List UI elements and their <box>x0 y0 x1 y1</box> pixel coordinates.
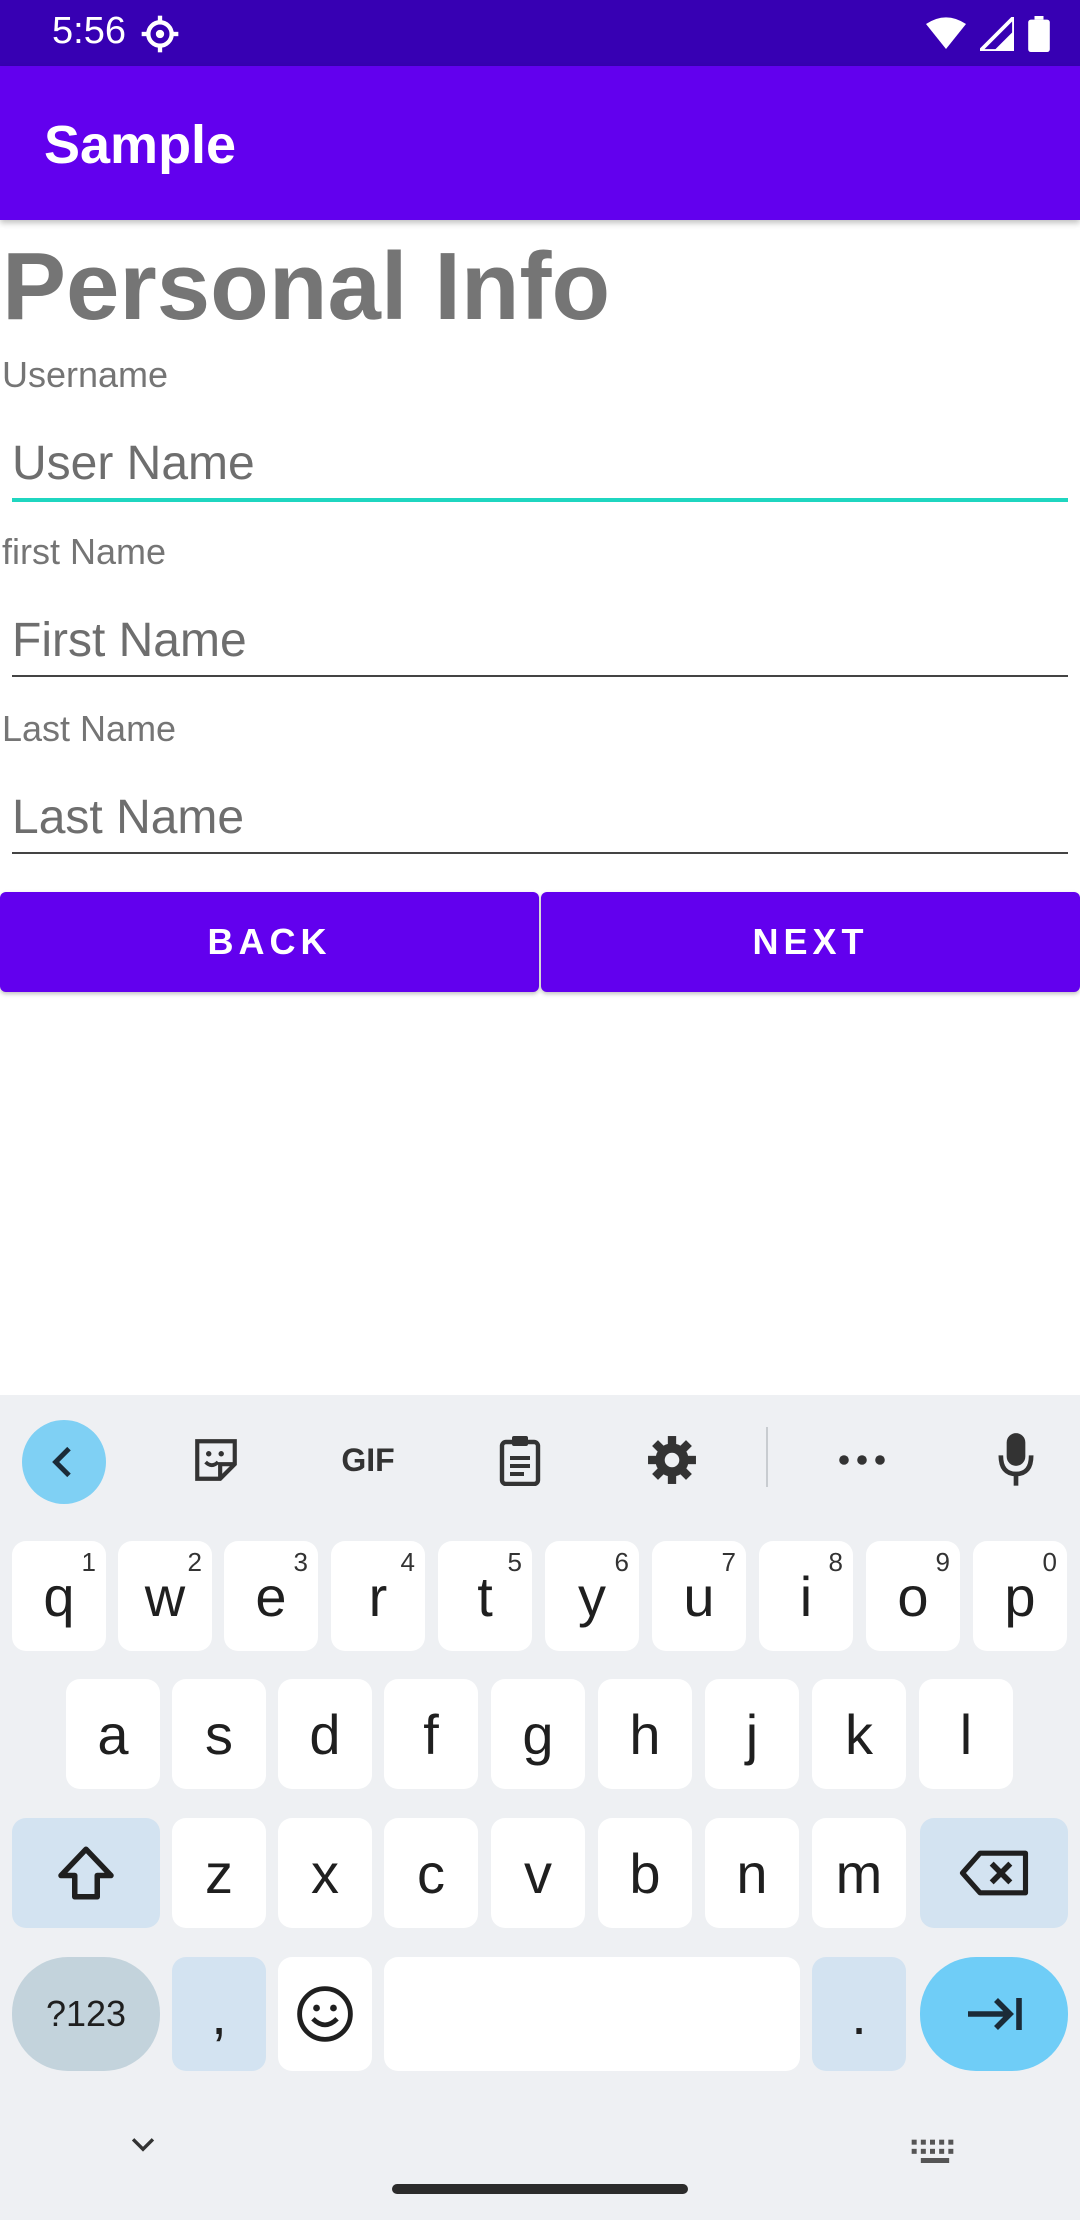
status-icons <box>926 14 1050 54</box>
space-key[interactable] <box>384 1957 800 2071</box>
clipboard-icon[interactable] <box>480 1420 560 1500</box>
gear-icon[interactable] <box>632 1420 712 1500</box>
gif-icon[interactable]: GIF <box>328 1420 408 1500</box>
keyboard-switch-icon[interactable] <box>910 2138 960 2168</box>
app-bar: Sample <box>0 66 1080 220</box>
symbols-key[interactable]: ?123 <box>12 1957 160 2071</box>
settings-notification-icon <box>141 15 179 53</box>
key-label: t <box>477 1564 493 1628</box>
username-label: Username <box>2 354 169 395</box>
key-hint: 6 <box>614 1547 629 1577</box>
key-b[interactable]: b <box>598 1818 692 1928</box>
key-c[interactable]: c <box>384 1818 478 1928</box>
last-name-input[interactable] <box>12 782 1068 854</box>
key-label: o <box>897 1564 929 1628</box>
key-o[interactable]: o9 <box>866 1541 960 1651</box>
key-x[interactable]: x <box>278 1818 372 1928</box>
key-k[interactable]: k <box>812 1679 906 1789</box>
key-hint: 4 <box>400 1547 415 1577</box>
wifi-icon <box>926 17 966 49</box>
cell-signal-icon <box>980 17 1014 51</box>
comma-key[interactable]: , <box>172 1957 266 2071</box>
key-z[interactable]: z <box>172 1818 266 1928</box>
first-name-input[interactable] <box>12 605 1068 677</box>
key-f[interactable]: f <box>384 1679 478 1789</box>
key-hint: 9 <box>935 1547 950 1577</box>
key-hint: 8 <box>828 1547 843 1577</box>
key-e[interactable]: e3 <box>224 1541 318 1651</box>
key-h[interactable]: h <box>598 1679 692 1789</box>
emoji-icon <box>297 1986 353 2042</box>
first-name-label: first Name <box>2 531 167 572</box>
back-icon[interactable] <box>22 1420 106 1504</box>
key-l[interactable]: l <box>919 1679 1013 1789</box>
key-v[interactable]: v <box>491 1818 585 1928</box>
key-y[interactable]: y6 <box>545 1541 639 1651</box>
status-time: 5:56 <box>52 10 126 52</box>
key-d[interactable]: d <box>278 1679 372 1789</box>
key-hint: 5 <box>507 1547 522 1577</box>
back-button[interactable]: BACK <box>0 892 539 992</box>
key-w[interactable]: w2 <box>118 1541 212 1651</box>
key-s[interactable]: s <box>172 1679 266 1789</box>
key-i[interactable]: i8 <box>759 1541 853 1651</box>
key-hint: 2 <box>187 1547 202 1577</box>
username-input[interactable] <box>12 428 1068 502</box>
enter-key[interactable] <box>920 1957 1068 2071</box>
key-label: w <box>144 1564 186 1628</box>
last-name-label: Last Name <box>2 708 177 749</box>
key-j[interactable]: j <box>705 1679 799 1789</box>
key-hint: 7 <box>721 1547 736 1577</box>
key-label: e <box>255 1564 287 1628</box>
key-g[interactable]: g <box>491 1679 585 1789</box>
more-icon[interactable] <box>822 1420 902 1500</box>
key-r[interactable]: r4 <box>331 1541 425 1651</box>
shift-key[interactable] <box>12 1818 160 1928</box>
key-hint: 1 <box>81 1547 96 1577</box>
mic-icon[interactable] <box>976 1420 1056 1500</box>
key-label: p <box>1004 1564 1036 1628</box>
key-hint: 3 <box>293 1547 308 1577</box>
shift-icon <box>58 1846 114 1900</box>
page-heading: Personal Info <box>2 233 611 340</box>
hide-keyboard-icon[interactable] <box>126 2128 160 2162</box>
keyboard-toolbar: GIF <box>0 1395 1080 1525</box>
emoji-key[interactable] <box>278 1957 372 2071</box>
key-label: q <box>43 1564 75 1628</box>
battery-icon <box>1028 16 1050 52</box>
key-label: u <box>683 1564 715 1628</box>
key-hint: 0 <box>1042 1547 1057 1577</box>
status-bar: 5:56 <box>0 0 1080 66</box>
key-u[interactable]: u7 <box>652 1541 746 1651</box>
period-key[interactable]: . <box>812 1957 906 2071</box>
key-p[interactable]: p0 <box>973 1541 1067 1651</box>
app-title: Sample <box>44 115 237 175</box>
key-label: y <box>578 1564 606 1628</box>
key-t[interactable]: t5 <box>438 1541 532 1651</box>
key-q[interactable]: q1 <box>12 1541 106 1651</box>
key-label: r <box>368 1564 388 1628</box>
tab-next-icon <box>968 1998 1022 2030</box>
sticker-icon[interactable] <box>176 1420 256 1500</box>
key-label: i <box>799 1564 813 1628</box>
gesture-navigation-bar <box>392 2184 688 2194</box>
toolbar-divider <box>766 1427 768 1487</box>
soft-keyboard: GIF <box>0 1395 1080 2220</box>
key-m[interactable]: m <box>812 1818 906 1928</box>
key-n[interactable]: n <box>705 1818 799 1928</box>
backspace-icon <box>959 1850 1029 1896</box>
key-a[interactable]: a <box>66 1679 160 1789</box>
backspace-key[interactable] <box>920 1818 1068 1928</box>
next-button[interactable]: NEXT <box>541 892 1080 992</box>
